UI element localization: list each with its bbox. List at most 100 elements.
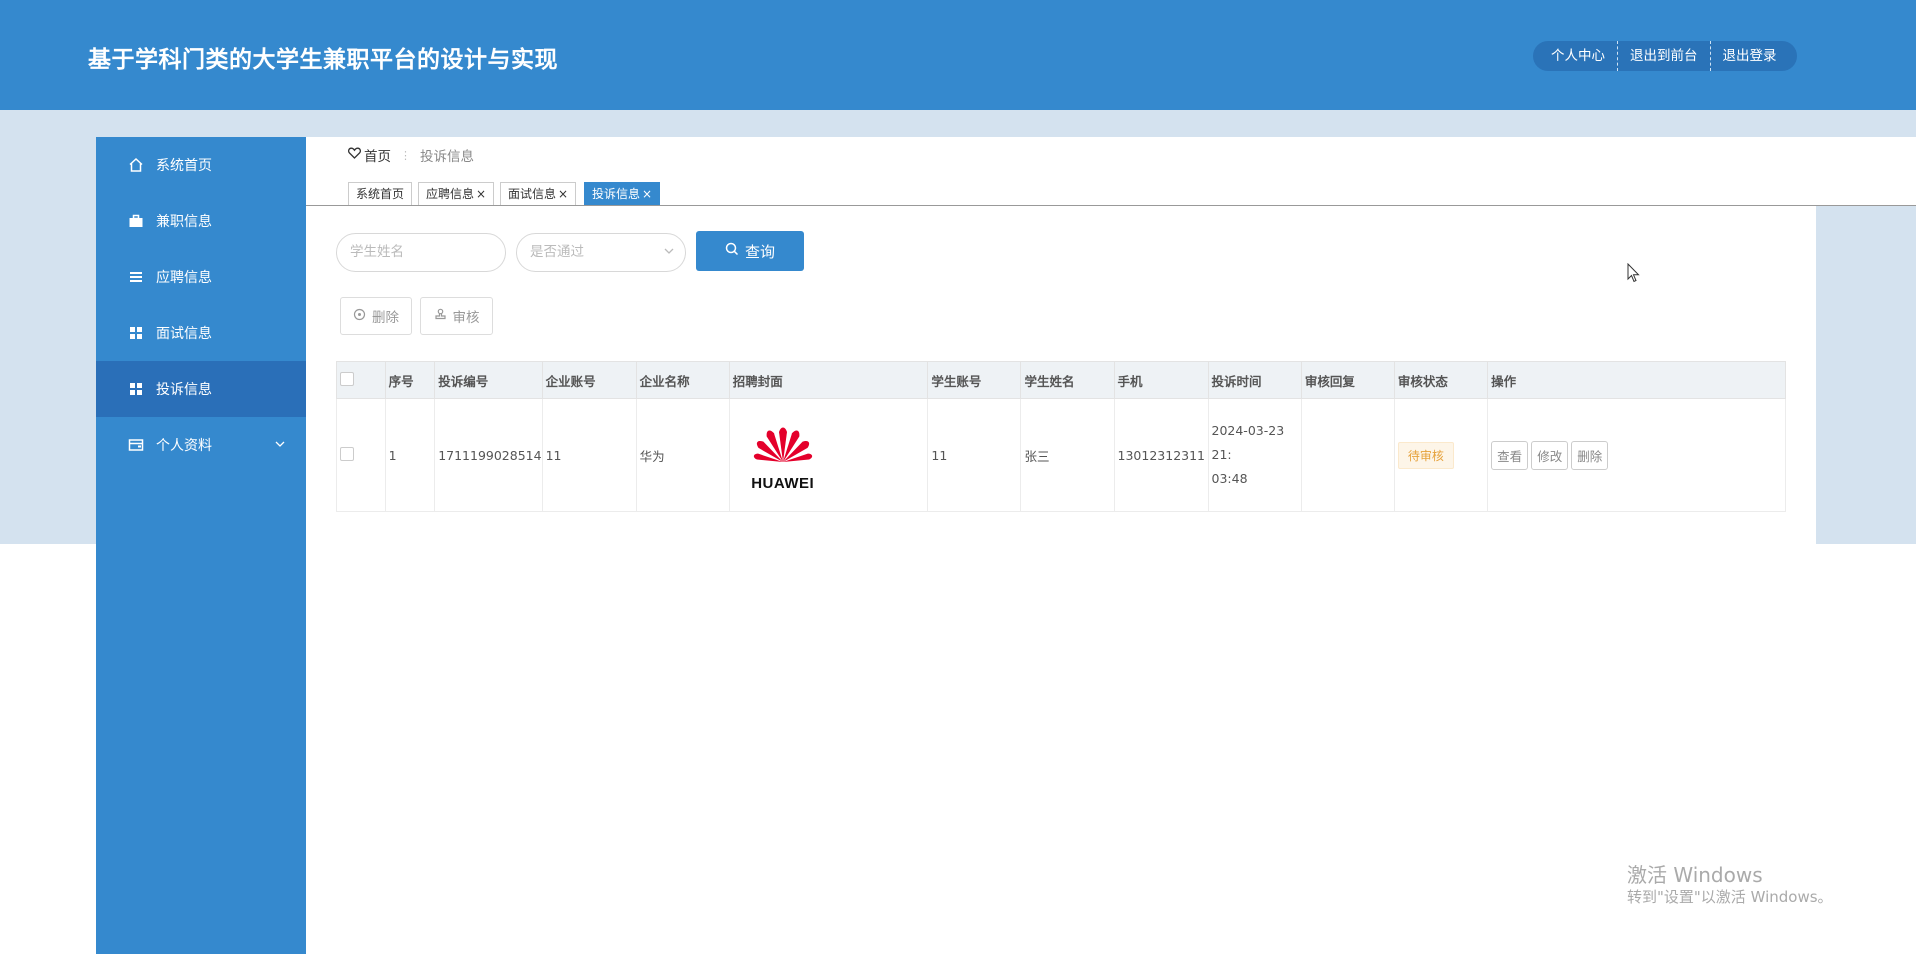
- sidebar-item-label: 系统首页: [156, 158, 212, 174]
- column-header: 投诉时间: [1207, 361, 1302, 399]
- cover-cell: HUAWEI: [728, 398, 929, 512]
- complaint-no-cell: 1711199028514: [434, 398, 543, 512]
- chevron-down-icon: [274, 437, 286, 453]
- breadcrumb-current: 投诉信息: [420, 149, 474, 165]
- site-title: 基于学科门类的大学生兼职平台的设计与实现: [88, 47, 558, 73]
- tab-label: 投诉信息: [592, 187, 641, 201]
- sidebar: 系统首页 兼职信息 应聘信息 面试信息 投诉信息 个人资料: [96, 137, 306, 954]
- column-header: 序号: [384, 361, 436, 399]
- header-nav: 个人中心 退出到前台 退出登录: [1533, 41, 1797, 71]
- time-cell: 2024-03-23 21: 03:48: [1207, 398, 1302, 512]
- select-all-cell: [336, 361, 386, 399]
- delete-label: 删除: [372, 310, 399, 326]
- tab-interviews[interactable]: 面试信息 ×: [500, 182, 577, 205]
- mouse-cursor-icon: [1627, 262, 1641, 287]
- briefcase-icon: [128, 213, 144, 229]
- grid-icon: [128, 325, 144, 341]
- sidebar-item-label: 面试信息: [156, 326, 212, 342]
- sidebar-item-label: 应聘信息: [156, 270, 212, 286]
- sidebar-item-profile[interactable]: 个人资料: [96, 417, 306, 473]
- view-button[interactable]: 查看: [1491, 440, 1529, 470]
- review-button[interactable]: 审核: [420, 297, 493, 335]
- sidebar-item-complaints[interactable]: 投诉信息: [96, 361, 306, 417]
- huawei-logo: HUAWEI: [745, 418, 821, 492]
- edit-button[interactable]: 修改: [1531, 440, 1569, 470]
- activation-watermark-hint: 转到"设置"以激活 Windows。: [1627, 888, 1833, 906]
- column-header: 操作: [1487, 361, 1786, 399]
- back-to-frontend-link[interactable]: 退出到前台: [1617, 41, 1710, 71]
- select-all-checkbox[interactable]: [340, 371, 354, 386]
- select-placeholder: 是否通过: [530, 244, 584, 260]
- student-name-input[interactable]: 学生姓名: [336, 233, 506, 272]
- column-header: 手机: [1113, 361, 1209, 399]
- stamp-icon: [434, 308, 447, 325]
- top-header: 基于学科门类的大学生兼职平台的设计与实现 个人中心 退出到前台 退出登录: [0, 0, 1916, 110]
- column-header: 招聘封面: [728, 361, 929, 399]
- breadcrumb-home-label: 首页: [364, 149, 391, 165]
- sidebar-item-label: 个人资料: [156, 438, 212, 454]
- sidebar-item-label: 投诉信息: [156, 382, 212, 398]
- pass-status-select[interactable]: 是否通过: [516, 233, 686, 272]
- tab-label: 系统首页: [356, 187, 405, 201]
- column-header: 企业名称: [635, 361, 730, 399]
- close-icon[interactable]: ×: [558, 187, 568, 201]
- sidebar-item-home[interactable]: 系统首页: [96, 137, 306, 193]
- chevron-down-icon: [663, 234, 675, 270]
- sidebar-item-applications[interactable]: 应聘信息: [96, 249, 306, 305]
- table-row: 1 1711199028514 11 华为 HUAWEI 11 张三 13012…: [336, 398, 1786, 512]
- row-checkbox[interactable]: [340, 446, 354, 461]
- huawei-logo-mark: [753, 427, 812, 462]
- time-line-1: 2024-03-23 21:: [1211, 423, 1285, 462]
- column-header: 企业账号: [541, 361, 637, 399]
- table-header-row: 序号 投诉编号 企业账号 企业名称 招聘封面 学生账号 学生姓名 手机 投诉时间…: [336, 361, 1786, 399]
- column-header: 投诉编号: [434, 361, 543, 399]
- close-icon[interactable]: ×: [642, 187, 652, 201]
- tab-applications[interactable]: 应聘信息 ×: [418, 182, 495, 205]
- breadcrumb-separator: ⋮: [400, 148, 411, 162]
- logout-link[interactable]: 退出登录: [1709, 41, 1797, 71]
- index-cell: 1: [384, 398, 436, 512]
- close-icon[interactable]: ×: [476, 187, 486, 201]
- tab-label: 面试信息: [508, 187, 557, 201]
- delete-circle-icon: [353, 308, 366, 325]
- row-select-cell: [336, 398, 386, 512]
- personal-center-link[interactable]: 个人中心: [1533, 41, 1617, 71]
- company-name-cell: 华为: [635, 398, 730, 512]
- company-account-cell: 11: [541, 398, 637, 512]
- home-icon: [128, 157, 144, 173]
- status-badge: 待审核: [1397, 441, 1454, 469]
- input-placeholder: 学生姓名: [350, 244, 404, 260]
- breadcrumb: 首页 ⋮ 投诉信息: [348, 145, 474, 165]
- student-account-cell: 11: [927, 398, 1022, 512]
- ops-cell: 查看 修改 删除: [1487, 398, 1786, 512]
- activation-watermark-title: 激活 Windows: [1627, 863, 1763, 887]
- search-button-label: 查询: [744, 242, 775, 261]
- sidebar-item-label: 兼职信息: [156, 214, 212, 230]
- heart-icon: [348, 147, 361, 163]
- list-icon: [128, 269, 144, 285]
- student-name-cell: 张三: [1020, 398, 1115, 512]
- huawei-logo-text: HUAWEI: [751, 475, 815, 492]
- bulk-delete-button[interactable]: 删除: [340, 297, 412, 335]
- status-cell: 待审核: [1393, 398, 1489, 512]
- tab-complaints[interactable]: 投诉信息 ×: [584, 182, 661, 205]
- review-label: 审核: [452, 310, 480, 326]
- reply-cell: [1300, 398, 1395, 512]
- column-header: 审核回复: [1300, 361, 1395, 399]
- delete-button[interactable]: 删除: [1571, 440, 1609, 470]
- wallet-icon: [128, 437, 144, 453]
- sidebar-item-jobs[interactable]: 兼职信息: [96, 193, 306, 249]
- sidebar-item-interviews[interactable]: 面试信息: [96, 305, 306, 361]
- column-header: 学生账号: [927, 361, 1022, 399]
- grid-icon: [128, 381, 144, 397]
- search-button[interactable]: 查询: [696, 231, 804, 271]
- main-panel-right-strip: [1816, 137, 1916, 206]
- breadcrumb-home[interactable]: 首页: [348, 145, 391, 165]
- tabs-divider: [306, 205, 1916, 206]
- search-icon: [725, 242, 739, 260]
- tab-home[interactable]: 系统首页: [348, 182, 413, 205]
- complaints-table: 序号 投诉编号 企业账号 企业名称 招聘封面 学生账号 学生姓名 手机 投诉时间…: [336, 361, 1786, 512]
- column-header: 审核状态: [1393, 361, 1489, 399]
- tab-label: 应聘信息: [426, 187, 475, 201]
- time-line-2: 03:48: [1211, 471, 1248, 486]
